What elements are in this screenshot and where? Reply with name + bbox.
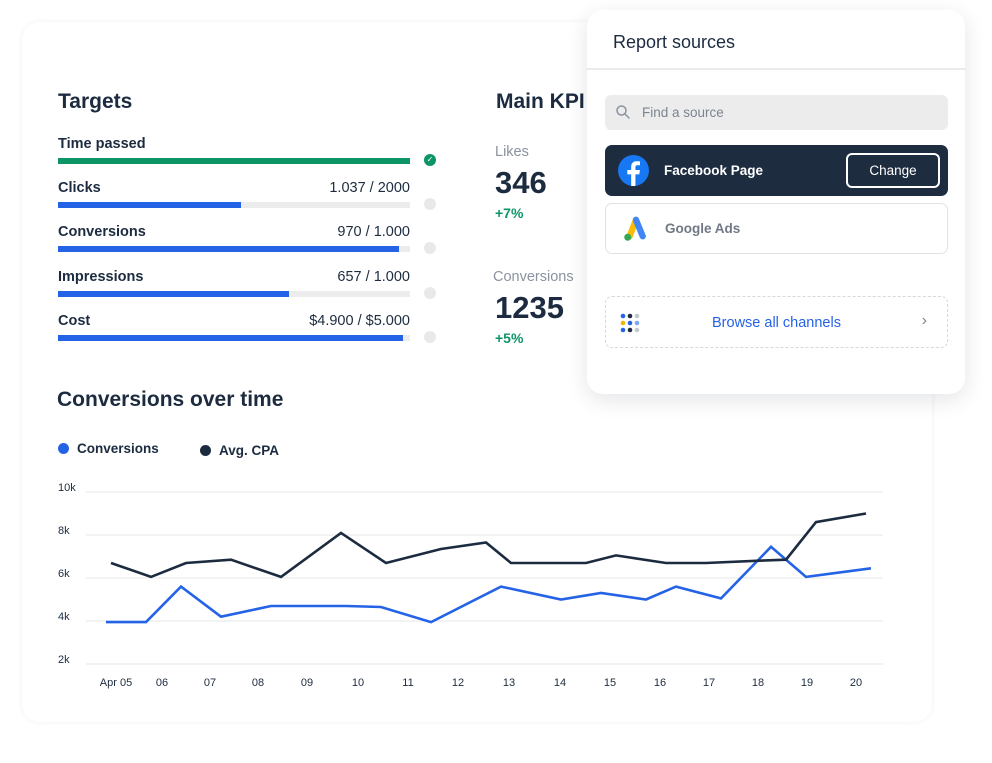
- x-tick-label: 20: [850, 677, 862, 689]
- report-sources-panel: Report sources Find a source Facebook Pa…: [587, 10, 965, 394]
- x-tick-label: 10: [352, 677, 364, 689]
- x-tick-label: Apr 05: [100, 677, 132, 689]
- y-tick-label: 4k: [58, 611, 70, 623]
- panel-divider: [587, 68, 965, 70]
- source-facebook-page[interactable]: Facebook Page Change: [605, 145, 948, 196]
- source-search[interactable]: Find a source: [605, 95, 948, 130]
- x-tick-label: 15: [604, 677, 616, 689]
- x-tick-label: 14: [554, 677, 566, 689]
- x-tick-label: 16: [654, 677, 666, 689]
- source-name: Google Ads: [665, 221, 741, 236]
- change-source-button[interactable]: Change: [846, 153, 940, 188]
- x-tick-label: 08: [252, 677, 264, 689]
- y-tick-label: 8k: [58, 525, 70, 537]
- x-tick-label: 19: [801, 677, 813, 689]
- y-tick-label: 10k: [58, 482, 76, 494]
- x-tick-label: 17: [703, 677, 715, 689]
- source-name: Facebook Page: [664, 163, 764, 178]
- browse-all-channels[interactable]: Browse all channels ›: [605, 296, 948, 348]
- series-line-conversions: [106, 545, 872, 624]
- google-ads-icon: [624, 216, 646, 241]
- y-tick-label: 2k: [58, 654, 70, 666]
- x-tick-label: 12: [452, 677, 464, 689]
- panel-title: Report sources: [613, 32, 736, 52]
- x-tick-label: 13: [503, 677, 515, 689]
- y-tick-label: 6k: [58, 568, 70, 580]
- x-tick-label: 18: [752, 677, 764, 689]
- x-tick-label: 07: [204, 677, 216, 689]
- x-tick-label: 09: [301, 677, 313, 689]
- chevron-right-icon: ›: [921, 312, 927, 329]
- search-icon: [616, 105, 630, 119]
- facebook-icon: [618, 155, 649, 186]
- source-google-ads[interactable]: Google Ads: [605, 203, 948, 254]
- x-tick-label: 06: [156, 677, 168, 689]
- browse-label: Browse all channels: [712, 315, 841, 331]
- x-tick-label: 11: [402, 677, 413, 689]
- search-placeholder: Find a source: [642, 105, 724, 120]
